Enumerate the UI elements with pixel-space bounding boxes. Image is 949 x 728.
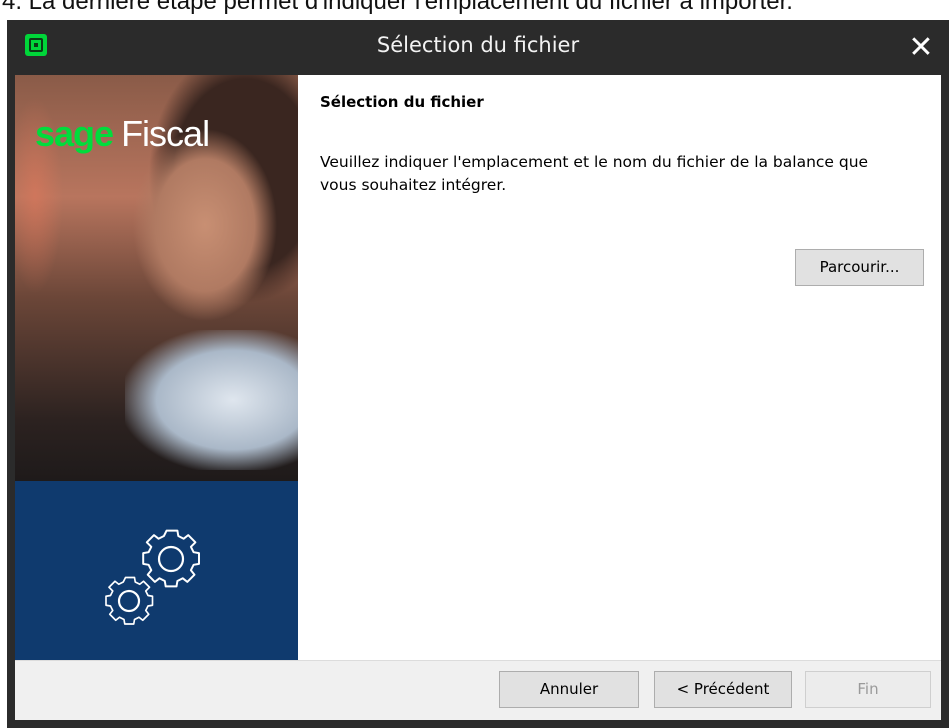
side-banner: sage Fiscal: [15, 75, 298, 660]
close-icon[interactable]: ✕: [901, 28, 941, 68]
wizard-window: Sélection du fichier ✕ sage Fiscal Sélec…: [7, 20, 949, 728]
wizard-footer: Annuler < Précédent Fin: [15, 660, 941, 720]
title-bar[interactable]: Sélection du fichier ✕: [7, 20, 949, 75]
finish-button[interactable]: Fin: [805, 671, 931, 708]
instruction-text: Veuillez indiquer l'emplacement et le no…: [320, 153, 869, 194]
sage-fiscal-logo: sage Fiscal: [35, 113, 210, 155]
logo-sage-text: sage: [35, 113, 114, 154]
window-title: Sélection du fichier: [376, 33, 580, 57]
logo-fiscal-text: Fiscal: [121, 113, 210, 154]
gears-icon: [105, 529, 200, 625]
browse-button[interactable]: Parcourir...: [795, 249, 924, 286]
wizard-client-area: sage Fiscal Sélection du fichier Veuillez…: [15, 75, 941, 720]
banner-photo-detail: [125, 330, 298, 470]
document-caption: 4. La dernière étape permet d'indiquer l…: [2, 0, 793, 15]
wizard-content: Sélection du fichier Veuillez indiquer l…: [298, 75, 941, 660]
page-title: Sélection du fichier: [320, 93, 484, 111]
previous-button[interactable]: < Précédent: [654, 671, 792, 708]
cancel-button[interactable]: Annuler: [499, 671, 639, 708]
